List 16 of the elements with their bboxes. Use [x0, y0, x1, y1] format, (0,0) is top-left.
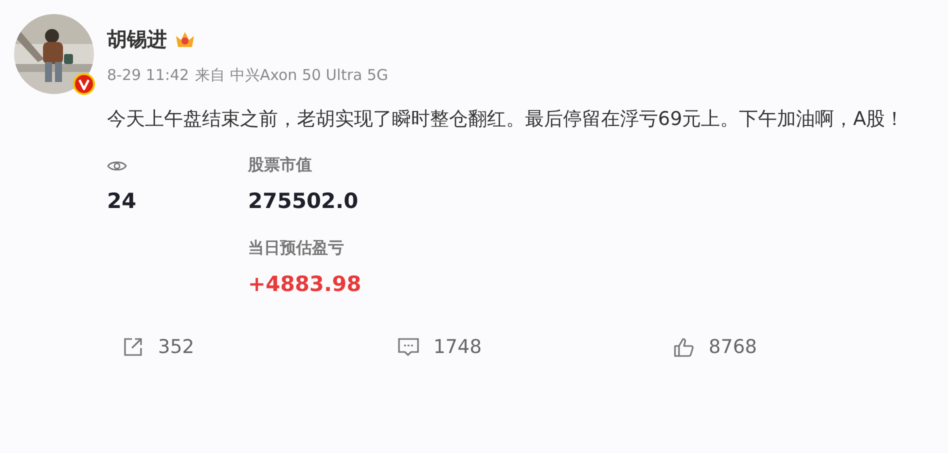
post-source: 来自 中兴Axon 50 Ultra 5G	[195, 66, 388, 85]
share-icon[interactable]	[122, 336, 144, 358]
user-name[interactable]: 胡锡进	[107, 26, 167, 53]
post-text: 今天上午盘结束之前，老胡实现了瞬时整仓翻红。最后停留在浮亏69元上。下午加油啊，A股！	[107, 107, 906, 132]
like-icon[interactable]	[672, 336, 695, 358]
post-time: 8-29 11:42	[107, 66, 190, 85]
eye-icon	[107, 159, 127, 173]
comment-count: 1748	[433, 336, 482, 358]
share-count: 352	[158, 336, 194, 358]
market-value-label: 股票市值	[248, 155, 313, 176]
like-count: 8768	[708, 336, 758, 358]
profit-label: 当日预估盈亏	[248, 238, 345, 259]
view-count: 24	[107, 189, 138, 213]
profit-value: +4883.98	[248, 272, 362, 296]
market-value: 275502.0	[248, 189, 360, 213]
comment-icon[interactable]	[397, 336, 420, 358]
